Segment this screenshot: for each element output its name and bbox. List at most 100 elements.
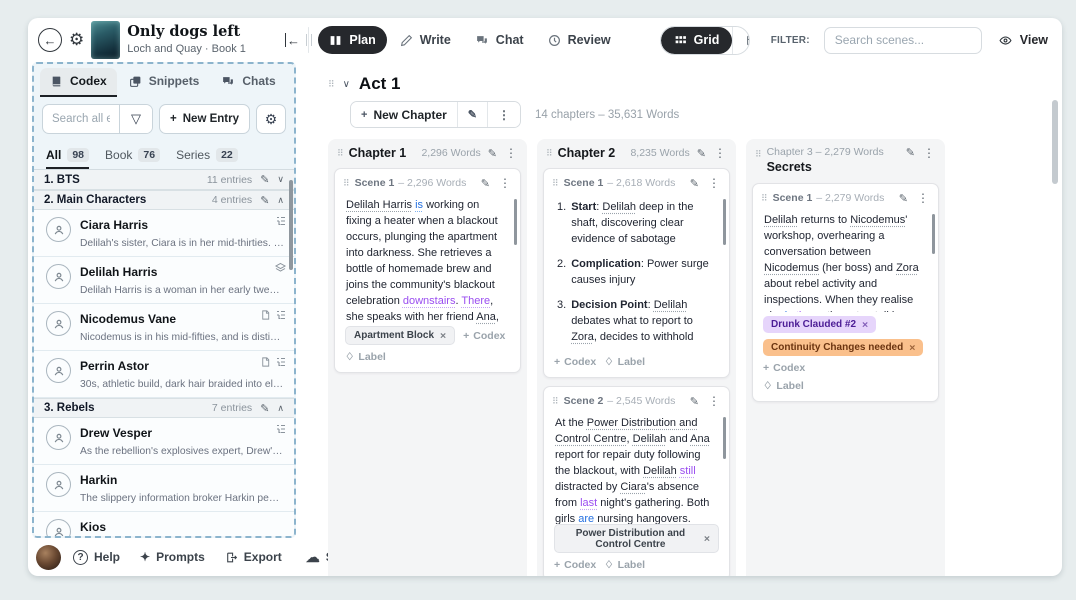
tab-write[interactable]: Write bbox=[389, 26, 462, 54]
sidebar-scrollbar[interactable] bbox=[289, 180, 293, 270]
codex-settings-button[interactable]: ⚙ bbox=[256, 104, 286, 134]
scene-card[interactable]: ⠿ Scene 2 – 2,545 Words ✎ ⋮ At the Power… bbox=[543, 386, 730, 576]
add-codex-button[interactable]: + Codex bbox=[763, 362, 805, 374]
chevron-down-icon[interactable]: ∨ bbox=[277, 174, 284, 185]
chapter-menu-button[interactable]: ⋮ bbox=[922, 146, 936, 160]
chapter-edit-button[interactable]: ✎ bbox=[487, 147, 498, 160]
back-button[interactable]: ← bbox=[38, 28, 62, 52]
scene-edit-button[interactable]: ✎ bbox=[898, 192, 909, 205]
scope-series[interactable]: Series 22 bbox=[176, 142, 238, 169]
scope-book[interactable]: Book 76 bbox=[105, 142, 160, 169]
scene-menu-button[interactable]: ⋮ bbox=[916, 191, 930, 205]
drag-handle-icon[interactable]: ⠿ bbox=[337, 148, 343, 159]
collapse-sidebar-button[interactable]: ← bbox=[285, 33, 300, 47]
add-label-button[interactable]: ♢ Label bbox=[763, 380, 928, 392]
card-scrollbar[interactable] bbox=[514, 199, 518, 245]
add-label-button[interactable]: ♢ Label bbox=[345, 351, 386, 363]
add-codex-button[interactable]: + Codex bbox=[463, 330, 505, 342]
label-icon: ♢ bbox=[604, 559, 613, 571]
codex-search-input[interactable] bbox=[43, 105, 119, 133]
drag-handle-icon[interactable]: ⠿ bbox=[552, 396, 558, 407]
view-matrix[interactable]: Matrix bbox=[732, 27, 749, 54]
card-scrollbar[interactable] bbox=[723, 417, 727, 459]
label-chip[interactable]: Continuity Changes needed × bbox=[763, 339, 923, 356]
tab-review[interactable]: Review bbox=[537, 26, 622, 54]
chapter-edit-button[interactable]: ✎ bbox=[905, 146, 916, 159]
card-scrollbar[interactable] bbox=[932, 214, 936, 254]
view-grid[interactable]: Grid bbox=[661, 27, 733, 54]
tab-plan[interactable]: Plan bbox=[318, 26, 386, 54]
chapter-menu-button[interactable]: ⋮ bbox=[713, 146, 727, 160]
drag-handle-icon[interactable]: ⠿ bbox=[546, 148, 552, 159]
close-icon[interactable]: × bbox=[862, 319, 868, 331]
act-collapse-chevron[interactable]: ∨ bbox=[343, 79, 350, 90]
entry-harkin[interactable]: Harkin The slippery information broker H… bbox=[34, 465, 294, 512]
scope-all[interactable]: All 98 bbox=[46, 142, 89, 169]
close-icon[interactable]: × bbox=[440, 330, 446, 342]
chevron-up-icon[interactable]: ∧ bbox=[277, 195, 284, 206]
add-codex-button[interactable]: + Codex bbox=[554, 559, 596, 571]
book-cover[interactable] bbox=[91, 21, 120, 59]
prompts-button[interactable]: ✦ Prompts bbox=[132, 550, 213, 564]
scene-summary[interactable]: At the Power Distribution and Control Ce… bbox=[544, 412, 729, 524]
add-codex-button[interactable]: + Codex bbox=[554, 356, 596, 368]
tab-chat[interactable]: Chat bbox=[464, 26, 535, 54]
drag-handle-icon[interactable]: ⠿ bbox=[328, 79, 334, 90]
entry-delilah-harris[interactable]: Delilah Harris Delilah Harris is a woman… bbox=[34, 257, 294, 304]
entry-kios[interactable]: Kios An intimidating exiled nomad from b… bbox=[34, 512, 294, 536]
add-label-button[interactable]: ♢ Label bbox=[604, 559, 645, 571]
codex-tag-chip[interactable]: Apartment Block × bbox=[345, 326, 455, 345]
add-label-button[interactable]: ♢ Label bbox=[604, 356, 645, 368]
entry-perrin-astor[interactable]: Perrin Astor 30s, athletic build, dark h… bbox=[34, 351, 294, 398]
user-avatar[interactable] bbox=[36, 545, 61, 570]
entry-ciara-harris[interactable]: Ciara Harris Delilah's sister, Ciara is … bbox=[34, 210, 294, 257]
act-menu-button[interactable]: ⋮ bbox=[487, 102, 520, 127]
tab-codex[interactable]: Codex bbox=[40, 68, 117, 97]
chapter-edit-button[interactable]: ✎ bbox=[696, 147, 707, 160]
scene-edit-button[interactable]: ✎ bbox=[480, 177, 491, 190]
tab-snippets[interactable]: Snippets bbox=[119, 68, 210, 97]
chapter-menu-button[interactable]: ⋮ bbox=[504, 146, 518, 160]
section-rebels[interactable]: 3. Rebels 7 entries ✎ ∧ bbox=[34, 398, 294, 418]
codex-tag-chip[interactable]: Power Distribution and Control Centre × bbox=[554, 524, 719, 553]
view-options-button[interactable]: View bbox=[998, 33, 1048, 47]
entry-drew-vesper[interactable]: Drew Vesper As the rebellion's explosive… bbox=[34, 418, 294, 465]
close-icon[interactable]: × bbox=[909, 342, 915, 354]
scene-search-input[interactable] bbox=[824, 27, 982, 54]
label-chip[interactable]: Drunk Clauded #2 × bbox=[763, 316, 876, 333]
chevron-up-icon[interactable]: ∧ bbox=[277, 403, 284, 414]
sidebar: Codex Snippets Chats ▽ bbox=[28, 62, 304, 576]
scene-card[interactable]: ⠿ Scene 1 – 2,279 Words ✎ ⋮ Delilah retu… bbox=[752, 183, 939, 402]
scene-summary[interactable]: Delilah Harris is working on fixing a he… bbox=[335, 194, 520, 326]
tab-chats[interactable]: Chats bbox=[211, 68, 285, 97]
scene-menu-button[interactable]: ⋮ bbox=[707, 394, 721, 408]
scene-summary[interactable]: 1.Start: Delilah deep in the shaft, disc… bbox=[544, 194, 729, 356]
scene-card[interactable]: ⠿ Scene 1 – 2,296 Words ✎ ⋮ Delilah Harr… bbox=[334, 168, 521, 373]
act-edit-button[interactable]: ✎ bbox=[457, 102, 487, 127]
drag-handle-icon[interactable]: ⠿ bbox=[552, 178, 558, 189]
drag-handle-icon[interactable]: ⠿ bbox=[343, 178, 349, 189]
section-main-characters[interactable]: 2. Main Characters 4 entries ✎ ∧ bbox=[34, 190, 294, 210]
export-button[interactable]: Export bbox=[217, 550, 290, 564]
close-icon[interactable]: × bbox=[704, 533, 710, 545]
edit-icon[interactable]: ✎ bbox=[260, 173, 269, 186]
scene-edit-button[interactable]: ✎ bbox=[689, 177, 700, 190]
scene-summary[interactable]: Delilah returns to Nicodemus' workshop, … bbox=[753, 209, 938, 312]
scene-menu-button[interactable]: ⋮ bbox=[498, 176, 512, 190]
new-entry-button[interactable]: + New Entry bbox=[159, 104, 250, 134]
new-chapter-button[interactable]: + New Chapter bbox=[351, 102, 457, 127]
edit-icon[interactable]: ✎ bbox=[260, 194, 269, 207]
drag-handle-icon[interactable]: ⠿ bbox=[761, 193, 767, 204]
entry-nicodemus-vane[interactable]: Nicodemus Vane Nicodemus is in his mid-f… bbox=[34, 304, 294, 351]
drag-handle-icon[interactable]: ⠿ bbox=[755, 149, 761, 160]
section-bts[interactable]: 1. BTS 11 entries ✎ ∨ bbox=[34, 170, 294, 190]
scene-menu-button[interactable]: ⋮ bbox=[707, 176, 721, 190]
scene-edit-button[interactable]: ✎ bbox=[689, 395, 700, 408]
card-scrollbar[interactable] bbox=[723, 199, 727, 245]
filter-funnel-button[interactable]: ▽ bbox=[119, 105, 152, 133]
help-button[interactable]: ? Help bbox=[65, 550, 128, 565]
edit-icon[interactable]: ✎ bbox=[260, 402, 269, 415]
scene-card[interactable]: ⠿ Scene 1 – 2,618 Words ✎ ⋮ 1.Start: Del… bbox=[543, 168, 730, 378]
board-scrollbar[interactable] bbox=[1052, 100, 1058, 184]
settings-button[interactable]: ⚙ bbox=[69, 30, 84, 50]
